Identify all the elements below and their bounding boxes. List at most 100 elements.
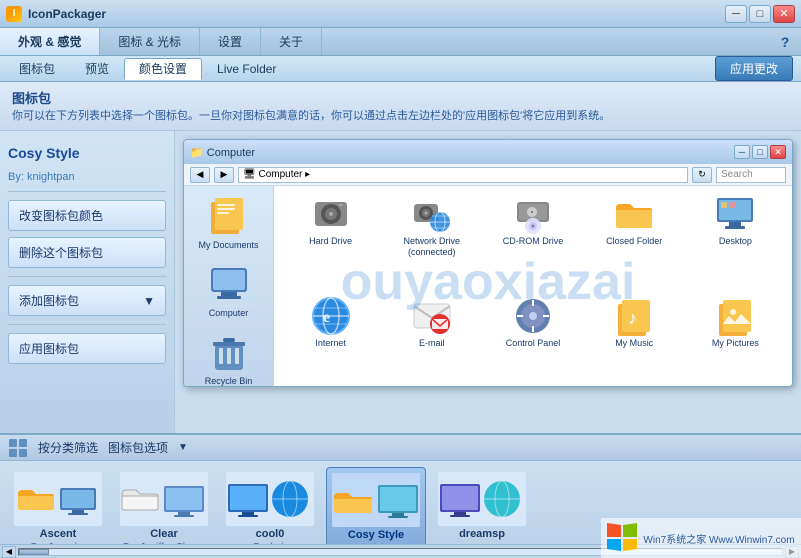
explorer-minimize[interactable]: ─ <box>734 145 750 159</box>
icons-grid: Hard Drive <box>274 186 792 386</box>
closed-folder-item[interactable]: Closed Folder <box>586 194 683 287</box>
nav-tab-icons[interactable]: 图标 & 光标 <box>100 28 200 55</box>
network-drive-item[interactable]: Network Drive (connected) <box>383 194 480 287</box>
app-title: IconPackager <box>28 7 723 21</box>
explorer-title-text: 📁 Computer <box>190 146 255 159</box>
delete-pack-button[interactable]: 删除这个图标包 <box>8 237 166 268</box>
divider2 <box>8 276 166 277</box>
my-documents-icon <box>207 194 251 238</box>
pack-item-dreamsp[interactable]: dreamsp <box>432 467 532 544</box>
search-bar[interactable]: Search <box>716 167 786 183</box>
bottom-toolbar: 按分类筛选 图标包选项 ▼ <box>0 435 801 461</box>
explorer-maximize[interactable]: □ <box>752 145 768 159</box>
nav-tab-about[interactable]: 关于 <box>261 28 322 55</box>
maximize-button[interactable]: □ <box>749 5 771 23</box>
address-bar[interactable]: 🖥 Computer ▸ <box>238 167 688 183</box>
sub-tab-livefolder[interactable]: Live Folder <box>202 58 291 80</box>
internet-label: Internet <box>315 338 346 349</box>
sub-tab-preview[interactable]: 预览 <box>70 58 124 80</box>
my-documents-item[interactable]: My Documents <box>198 194 258 250</box>
network-drive-label: Network Drive (connected) <box>383 236 480 258</box>
explorer-content: My Documents Computer <box>184 186 792 386</box>
closed-folder-icon <box>614 194 654 234</box>
svg-text:♪: ♪ <box>628 308 637 328</box>
dreamsp-preview <box>438 472 526 526</box>
search-placeholder: Search <box>721 169 753 180</box>
forward-button[interactable]: ▶ <box>214 167 234 183</box>
change-color-button[interactable]: 改变图标包颜色 <box>8 200 166 231</box>
desktop-icon <box>715 194 755 234</box>
options-label[interactable]: 图标包选项 <box>108 439 168 456</box>
explorer-window: 📁 Computer ─ □ ✕ ◀ ▶ 🖥 Computer ▸ ↻ <box>183 139 793 387</box>
pack-item-cosy[interactable]: Cosy Style By: knightpan <box>326 467 426 544</box>
nav-tab-settings[interactable]: 设置 <box>200 28 261 55</box>
clear-icons <box>119 471 209 526</box>
help-button[interactable]: ? <box>773 30 797 54</box>
my-pictures-label: My Pictures <box>712 338 759 349</box>
section-description: 你可以在下方列表中选择一个图标包。一旦你对图标包满意的话，你可以通过点击左边栏处… <box>12 109 789 124</box>
hard-drive-label: Hard Drive <box>309 236 352 247</box>
scroll-thumb[interactable] <box>19 549 49 555</box>
control-panel-item[interactable]: Control Panel <box>484 296 581 379</box>
addr-text: Computer ▸ <box>258 169 310 180</box>
clear-preview <box>120 472 208 526</box>
back-button[interactable]: ◀ <box>190 167 210 183</box>
sub-tab-colorset[interactable]: 颜色设置 <box>124 58 202 80</box>
my-documents-label: My Documents <box>198 240 258 250</box>
email-icon <box>412 296 452 336</box>
ascent-icons <box>13 471 103 526</box>
apply-update-button[interactable]: 应用更改 <box>715 56 793 81</box>
dreamsp-name: dreamsp <box>459 528 505 540</box>
cool0-icons <box>225 471 315 526</box>
cosy-name: Cosy Style <box>348 529 404 541</box>
close-button[interactable]: ✕ <box>773 5 795 23</box>
divider <box>8 191 166 192</box>
sub-tab-iconpack[interactable]: 图标包 <box>4 58 70 80</box>
apply-pack-button[interactable]: 应用图标包 <box>8 333 166 364</box>
email-item[interactable]: E-mail <box>383 296 480 379</box>
cdrom-item[interactable]: CD-ROM Drive <box>484 194 581 287</box>
cosy-icons <box>331 472 421 527</box>
cosy-preview <box>332 473 420 527</box>
cdrom-icon <box>513 194 553 234</box>
hard-drive-item[interactable]: Hard Drive <box>282 194 379 287</box>
grid-view-icon[interactable] <box>8 438 28 458</box>
options-arrow[interactable]: ▼ <box>178 442 188 453</box>
internet-item[interactable]: e Internet <box>282 296 379 379</box>
my-music-icon: ♪ <box>614 296 654 336</box>
filter-label[interactable]: 按分类筛选 <box>38 439 98 456</box>
explorer-buttons: ─ □ ✕ <box>734 145 786 159</box>
add-pack-button[interactable]: 添加图标包 ▼ <box>8 285 166 316</box>
addr-icon: 🖥 <box>243 169 256 180</box>
my-pictures-icon <box>715 296 755 336</box>
pack-name: Cosy Style <box>8 141 166 165</box>
explorer-close[interactable]: ✕ <box>770 145 786 159</box>
ascent-preview <box>14 472 102 526</box>
cdrom-label: CD-ROM Drive <box>503 236 564 247</box>
pack-item-cool0[interactable]: cool0 By: hsh <box>220 467 320 544</box>
winlogo-area: Win7系统之家 Www.Winwin7.com <box>601 518 801 558</box>
computer-item[interactable]: Computer <box>207 262 251 318</box>
arrow-icon: ▼ <box>143 294 155 308</box>
my-music-label: My Music <box>615 338 653 349</box>
computer-label: Computer <box>209 308 249 318</box>
pack-item-clear[interactable]: Clear By: Jeniffer Chang <box>114 467 214 544</box>
pack-item-ascent[interactable]: Ascent By: Josephs <box>8 467 108 544</box>
closed-folder-label: Closed Folder <box>606 236 662 247</box>
nav-tab-appearance[interactable]: 外观 & 感觉 <box>0 28 100 55</box>
recycle-label: Recycle Bin <box>205 376 253 386</box>
my-pictures-item[interactable]: My Pictures <box>687 296 784 379</box>
email-label: E-mail <box>419 338 445 349</box>
pack-author: By: knightpan <box>8 171 166 183</box>
scroll-left-button[interactable]: ◀ <box>2 546 16 558</box>
refresh-button[interactable]: ↻ <box>692 167 712 183</box>
desktop-item[interactable]: Desktop <box>687 194 784 287</box>
my-music-item[interactable]: ♪ My Music <box>586 296 683 379</box>
explorer-toolbar: ◀ ▶ 🖥 Computer ▸ ↻ Search <box>184 164 792 186</box>
control-panel-icon <box>513 296 553 336</box>
content-area: 图标包 你可以在下方列表中选择一个图标包。一旦你对图标包满意的话，你可以通过点击… <box>0 82 801 558</box>
desktop-label: Desktop <box>719 236 752 247</box>
left-panel: My Documents Computer <box>184 186 274 386</box>
recycle-item[interactable]: Recycle Bin <box>205 330 253 386</box>
minimize-button[interactable]: ─ <box>725 5 747 23</box>
